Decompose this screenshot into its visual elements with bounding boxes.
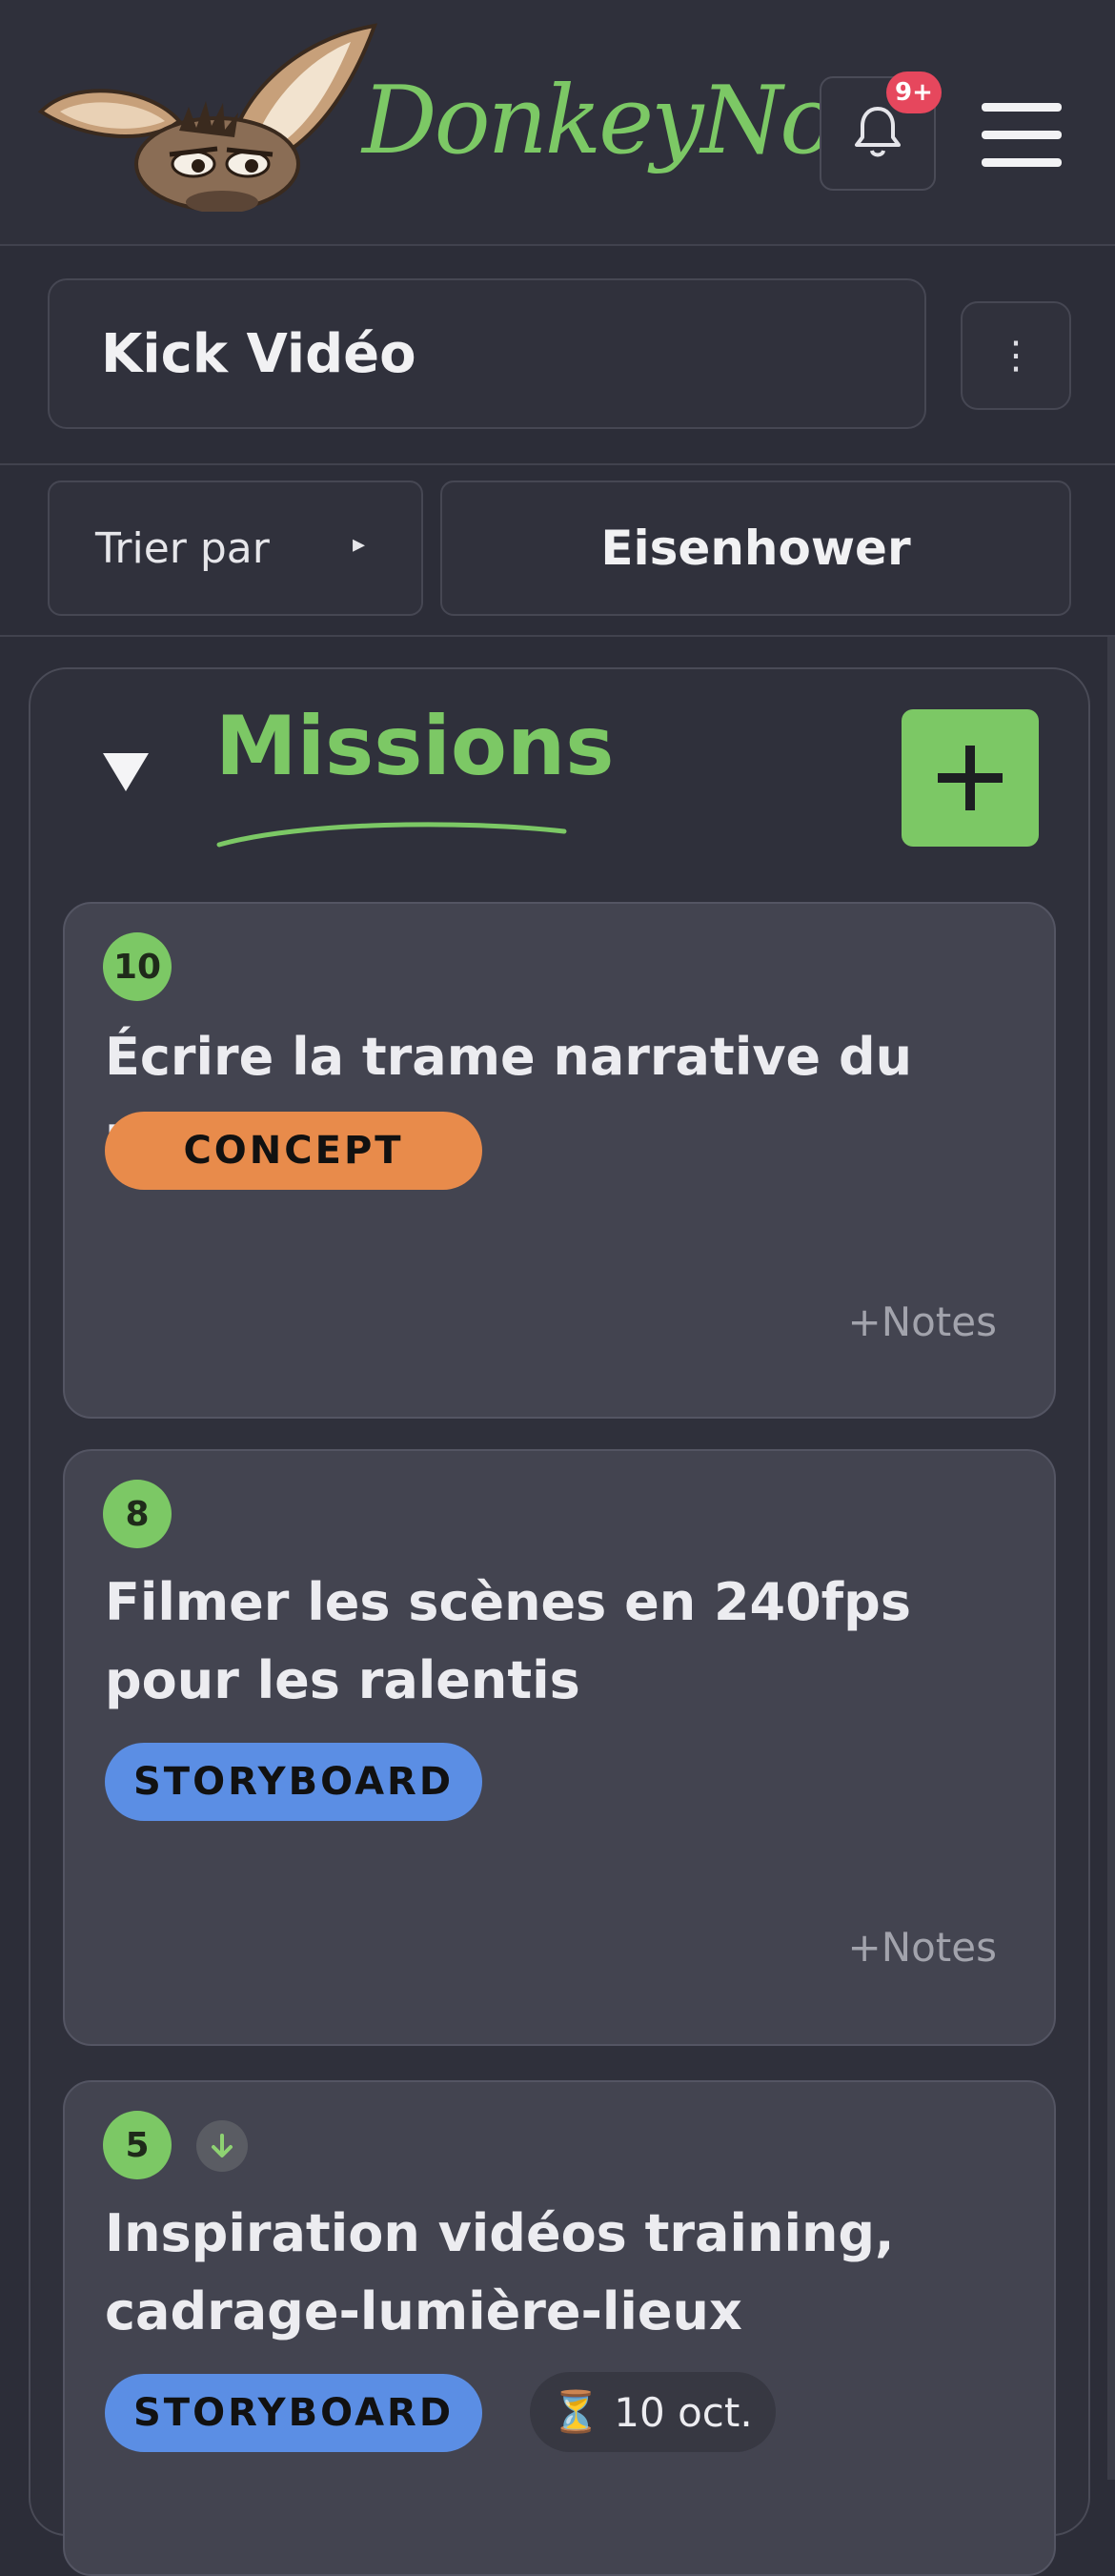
collapse-triangle-icon[interactable] xyxy=(103,753,149,791)
mission-tag[interactable]: STORYBOARD xyxy=(105,1743,482,1821)
sort-by-button[interactable]: Trier par ▸ xyxy=(48,480,423,616)
bell-icon xyxy=(851,103,904,164)
missions-title: Missions xyxy=(215,699,615,794)
donkey-logo[interactable] xyxy=(36,21,379,215)
more-vertical-icon: ⋮ xyxy=(997,334,1035,378)
mission-title: Filmer les scènes en 240fps pour les ral… xyxy=(105,1572,911,1710)
notification-badge: 9+ xyxy=(886,72,942,113)
mission-card[interactable]: 5 Inspiration vidéos training, cadrage-l… xyxy=(63,2080,1056,2576)
due-date: 10 oct. xyxy=(614,2388,753,2436)
due-date-chip[interactable]: ⏳ 10 oct. xyxy=(530,2372,776,2452)
add-mission-button[interactable] xyxy=(902,709,1039,847)
plus-icon xyxy=(938,746,1003,810)
mission-score: 8 xyxy=(103,1480,172,1548)
project-options-button[interactable]: ⋮ xyxy=(961,301,1071,410)
mission-title: Inspiration vidéos training, cadrage-lum… xyxy=(105,2203,895,2341)
caret-right-icon: ▸ xyxy=(353,530,366,559)
add-notes-link[interactable]: +Notes xyxy=(848,1298,998,1345)
scrollbar[interactable] xyxy=(1107,637,1115,2480)
mission-score: 10 xyxy=(103,932,172,1001)
arrow-down-icon xyxy=(196,2120,248,2172)
mission-tag[interactable]: CONCEPT xyxy=(105,1112,482,1190)
add-notes-link[interactable]: +Notes xyxy=(848,1924,998,1971)
mission-card[interactable]: 8 Filmer les scènes en 240fps pour les r… xyxy=(63,1449,1056,2046)
sort-mode-label: Eisenhower xyxy=(600,521,911,576)
mission-score: 5 xyxy=(103,2111,172,2179)
project-name-field[interactable]: Kick Vidéo xyxy=(48,278,926,429)
mission-card[interactable]: 10 Écrire la trame narrative du projet C… xyxy=(63,902,1056,1419)
mission-tag[interactable]: STORYBOARD xyxy=(105,2374,482,2452)
sort-by-label: Trier par xyxy=(95,523,270,573)
sort-mode-button[interactable]: Eisenhower xyxy=(440,480,1071,616)
hourglass-icon: ⏳ xyxy=(551,2388,601,2435)
hamburger-menu-icon[interactable] xyxy=(982,103,1062,168)
project-name: Kick Vidéo xyxy=(101,322,416,385)
title-underline xyxy=(216,822,567,848)
